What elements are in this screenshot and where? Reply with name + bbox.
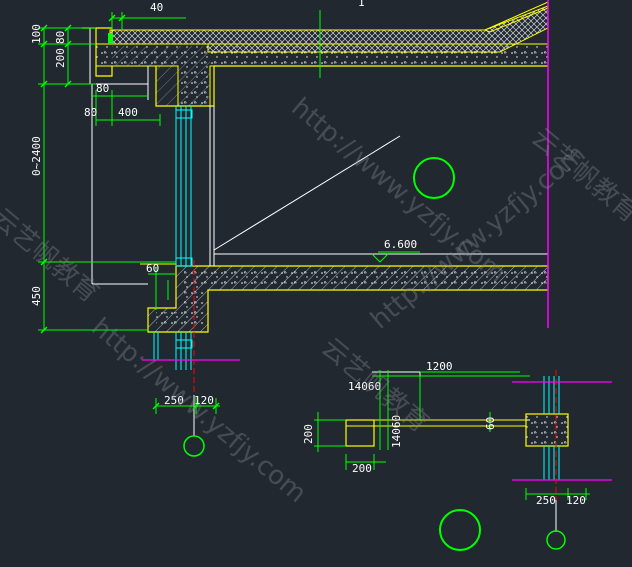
dim-mid-60: 60 <box>146 262 159 275</box>
cad-drawing-canvas: 40 1 100 80 200 80 80 400 0~2400 450 60 … <box>0 0 632 567</box>
watermark-url-2: http://www.yzfjy.com <box>86 312 312 509</box>
dim-mid-400: 400 <box>118 106 138 119</box>
dim-left-80: 80 <box>54 31 67 44</box>
detail-dim-250: 250 <box>536 494 556 507</box>
dim-left-450: 450 <box>30 286 43 306</box>
watermark-url-1: http://www.yzfjy.com <box>286 92 512 289</box>
detail-dim-200v: 200 <box>302 424 315 444</box>
detail-dim-1200: 1200 <box>426 360 453 373</box>
detail-dim-120: 120 <box>566 494 586 507</box>
detail-section <box>314 370 612 551</box>
watermark-cn-2: 云艺帆教育 <box>316 332 435 439</box>
dim-top-1: 1 <box>358 0 365 9</box>
dim-left-100: 100 <box>30 24 43 44</box>
dim-left-200: 200 <box>54 48 67 68</box>
dim-mid-80b: 80 <box>84 106 97 119</box>
dim-top-40: 40 <box>150 1 163 14</box>
detail-dim-200h: 200 <box>352 462 372 475</box>
elevation-label: 6.600 <box>384 238 417 251</box>
dim-left-range: 0~2400 <box>30 136 43 176</box>
dim-mid-80: 80 <box>96 82 109 95</box>
cad-drawing: 40 1 100 80 200 80 80 400 0~2400 450 60 … <box>0 0 632 551</box>
detail-dim-60: 60 <box>484 417 497 430</box>
window-frame-upper <box>175 106 193 267</box>
watermark-cn-3: 云艺帆教育 <box>0 202 104 309</box>
